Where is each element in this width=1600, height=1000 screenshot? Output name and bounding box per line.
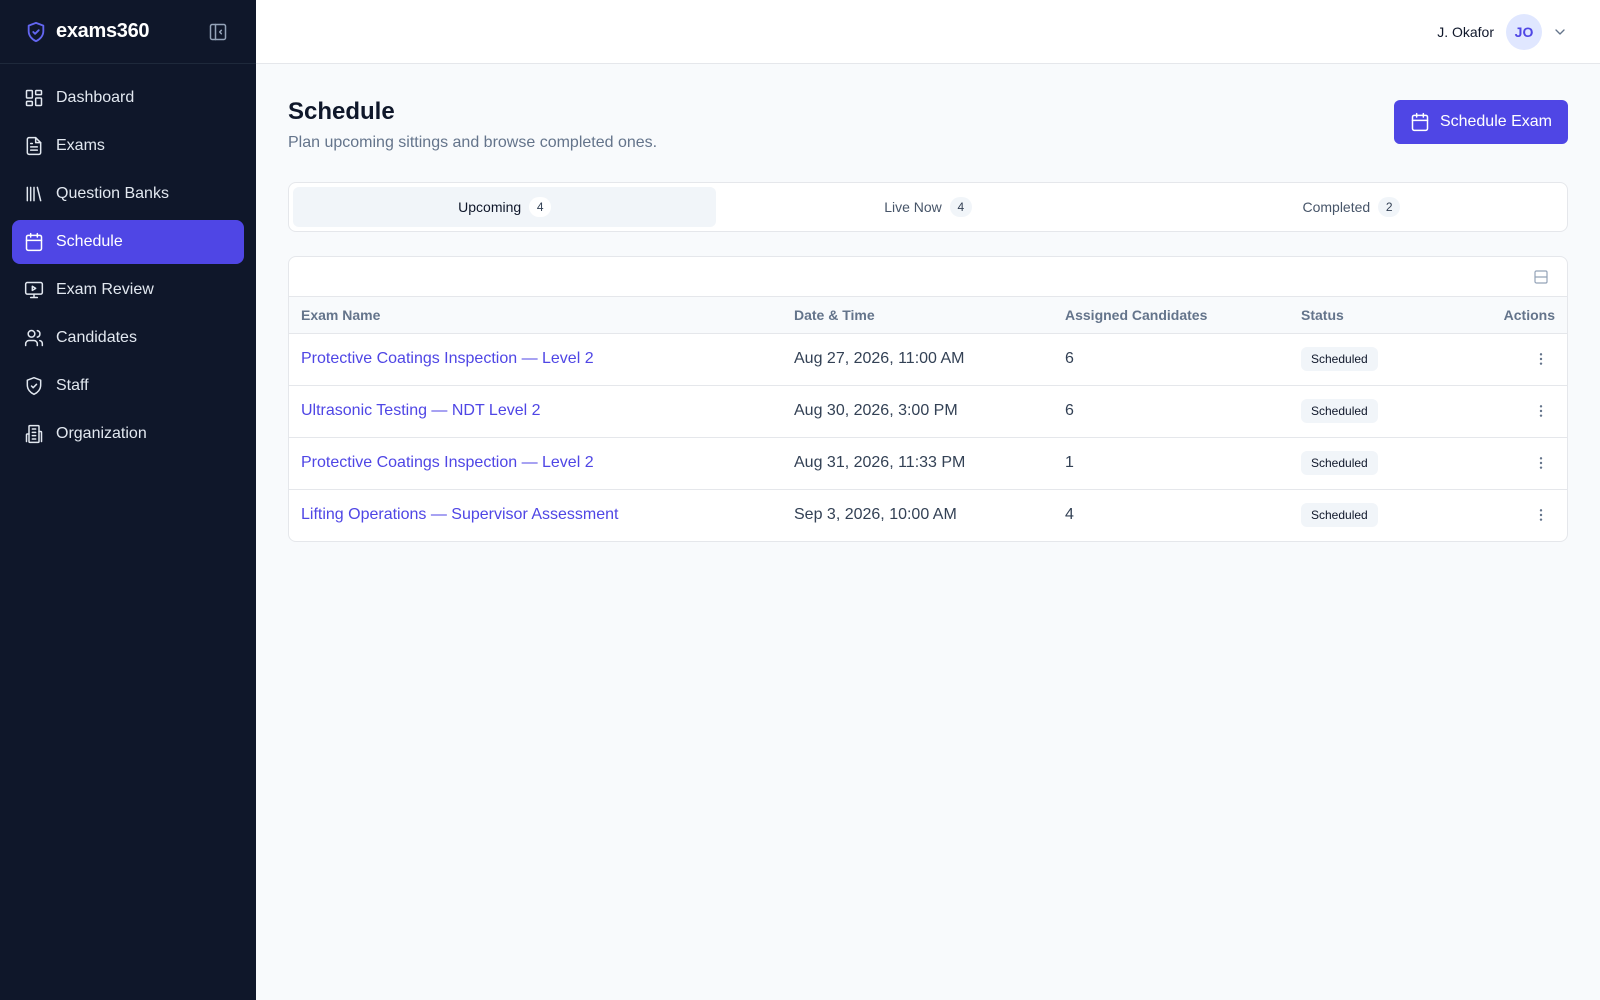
tab-label: Upcoming <box>458 199 522 215</box>
status-cell: Scheduled <box>1289 437 1449 489</box>
sidebar-item-staff[interactable]: Staff <box>12 364 244 408</box>
tab-label: Live Now <box>884 199 942 215</box>
sidebar-item-label: Staff <box>56 377 89 394</box>
exam-date-time: Aug 31, 2026, 11:33 PM <box>794 454 966 471</box>
column-header-actions: Actions <box>1449 297 1567 334</box>
exam-date-time: Aug 27, 2026, 11:00 AM <box>794 350 965 367</box>
tab-count-badge: 4 <box>529 197 552 217</box>
users-icon <box>24 328 44 348</box>
page-title: Schedule <box>288 98 395 125</box>
sidebar-item-exam-review[interactable]: Exam Review <box>12 268 244 312</box>
table-row: Lifting Operations — Supervisor Assessme… <box>289 489 1567 541</box>
calendar-icon <box>24 232 44 252</box>
sidebar-item-label: Exam Review <box>56 281 154 298</box>
actions-cell <box>1449 437 1567 489</box>
tab-upcoming[interactable]: Upcoming 4 <box>293 187 717 227</box>
actions-cell <box>1449 385 1567 437</box>
tab-label: Completed <box>1302 199 1371 215</box>
more-vertical-icon[interactable] <box>1527 397 1555 425</box>
schedule-tabs: Upcoming 4 Live Now 4 Completed 2 <box>288 182 1568 232</box>
chevron-down-icon[interactable] <box>1552 24 1568 40</box>
column-header-date-time[interactable]: Date & Time <box>782 297 1053 334</box>
tab-completed[interactable]: Completed 2 <box>1140 187 1563 227</box>
column-header-status[interactable]: Status <box>1289 297 1449 334</box>
calendar-icon <box>1410 112 1430 132</box>
table-row: Protective Coatings Inspection — Level 2… <box>289 333 1567 385</box>
monitor-play-icon <box>24 280 44 300</box>
sidebar-item-schedule[interactable]: Schedule <box>12 220 244 264</box>
sidebar-nav: Dashboard Exams Question Banks Schedule … <box>0 64 256 472</box>
sidebar-item-candidates[interactable]: Candidates <box>12 316 244 360</box>
assigned-candidates-count: 6 <box>1065 402 1074 419</box>
table-header-row: Exam Name Date & Time Assigned Candidate… <box>289 297 1567 334</box>
sidebar-item-label: Candidates <box>56 329 137 346</box>
tab-count-badge: 4 <box>949 197 972 217</box>
table-row: Ultrasonic Testing — NDT Level 2 Aug 30,… <box>289 385 1567 437</box>
exam-name-link[interactable]: Protective Coatings Inspection — Level 2 <box>289 437 782 489</box>
exam-name-link[interactable]: Protective Coatings Inspection — Level 2 <box>289 333 782 385</box>
sidebar-item-label: Schedule <box>56 233 123 250</box>
sidebar-item-question-banks[interactable]: Question Banks <box>12 172 244 216</box>
status-cell: Scheduled <box>1289 385 1449 437</box>
avatar[interactable]: JO <box>1506 13 1542 50</box>
exam-name-link[interactable]: Ultrasonic Testing — NDT Level 2 <box>289 385 782 437</box>
sidebar-item-dashboard[interactable]: Dashboard <box>12 76 244 120</box>
column-header-exam-name[interactable]: Exam Name <box>289 297 782 334</box>
topbar: J. Okafor JO <box>256 0 1600 64</box>
actions-cell <box>1449 489 1567 541</box>
sidebar-item-label: Dashboard <box>56 89 135 106</box>
more-vertical-icon[interactable] <box>1527 449 1555 477</box>
exam-name-link[interactable]: Lifting Operations — Supervisor Assessme… <box>289 489 782 541</box>
schedule-exam-button[interactable]: Schedule Exam <box>1393 100 1568 144</box>
table-row: Protective Coatings Inspection — Level 2… <box>289 437 1567 489</box>
tab-count-badge: 2 <box>1378 197 1401 217</box>
status-cell: Scheduled <box>1289 333 1449 385</box>
more-vertical-icon[interactable] <box>1527 345 1555 373</box>
main-content: Schedule Plan upcoming sittings and brow… <box>288 64 1568 542</box>
page-subtitle: Plan upcoming sittings and browse comple… <box>288 134 658 151</box>
column-header-assigned-candidates[interactable]: Assigned Candidates <box>1053 297 1289 334</box>
schedule-table-card: Exam Name Date & Time Assigned Candidate… <box>288 256 1568 542</box>
exam-date-time: Aug 30, 2026, 3:00 PM <box>794 402 958 419</box>
sidebar-item-label: Exams <box>56 137 105 154</box>
sidebar-item-organization[interactable]: Organization <box>12 412 244 456</box>
table-toolbar <box>289 257 1567 297</box>
column-toggle-icon[interactable] <box>1531 267 1551 287</box>
schedule-table: Exam Name Date & Time Assigned Candidate… <box>289 297 1567 541</box>
tab-live-now[interactable]: Live Now 4 <box>716 187 1139 227</box>
user-name[interactable]: J. Okafor <box>1437 24 1494 40</box>
brand-name: exams360 <box>56 20 150 42</box>
status-badge: Scheduled <box>1301 347 1378 371</box>
sidebar: exams360 Dashboard Exams Question Banks <box>0 0 256 1000</box>
building-icon <box>24 424 44 444</box>
shield-check-icon <box>24 20 48 44</box>
assigned-candidates-count: 1 <box>1065 454 1074 471</box>
sidebar-item-exams[interactable]: Exams <box>12 124 244 168</box>
shield-check-icon <box>24 376 44 396</box>
more-vertical-icon[interactable] <box>1527 501 1555 529</box>
status-badge: Scheduled <box>1301 451 1378 475</box>
assigned-candidates-count: 6 <box>1065 350 1074 367</box>
page-header: Schedule Plan upcoming sittings and brow… <box>288 98 1568 152</box>
exam-date-time: Sep 3, 2026, 10:00 AM <box>794 506 957 524</box>
actions-cell <box>1449 333 1567 385</box>
library-icon <box>24 184 44 204</box>
sidebar-item-label: Question Banks <box>56 185 169 202</box>
sidebar-item-label: Organization <box>56 425 147 442</box>
schedule-exam-label: Schedule Exam <box>1439 113 1552 130</box>
status-badge: Scheduled <box>1301 399 1378 423</box>
status-badge: Scheduled <box>1301 503 1378 528</box>
status-cell: Scheduled <box>1289 489 1449 541</box>
brand-header: exams360 <box>0 0 256 64</box>
assigned-candidates-count: 4 <box>1065 506 1074 524</box>
document-icon <box>24 136 44 156</box>
dashboard-icon <box>24 88 44 108</box>
sidebar-collapse-icon[interactable] <box>204 18 232 46</box>
